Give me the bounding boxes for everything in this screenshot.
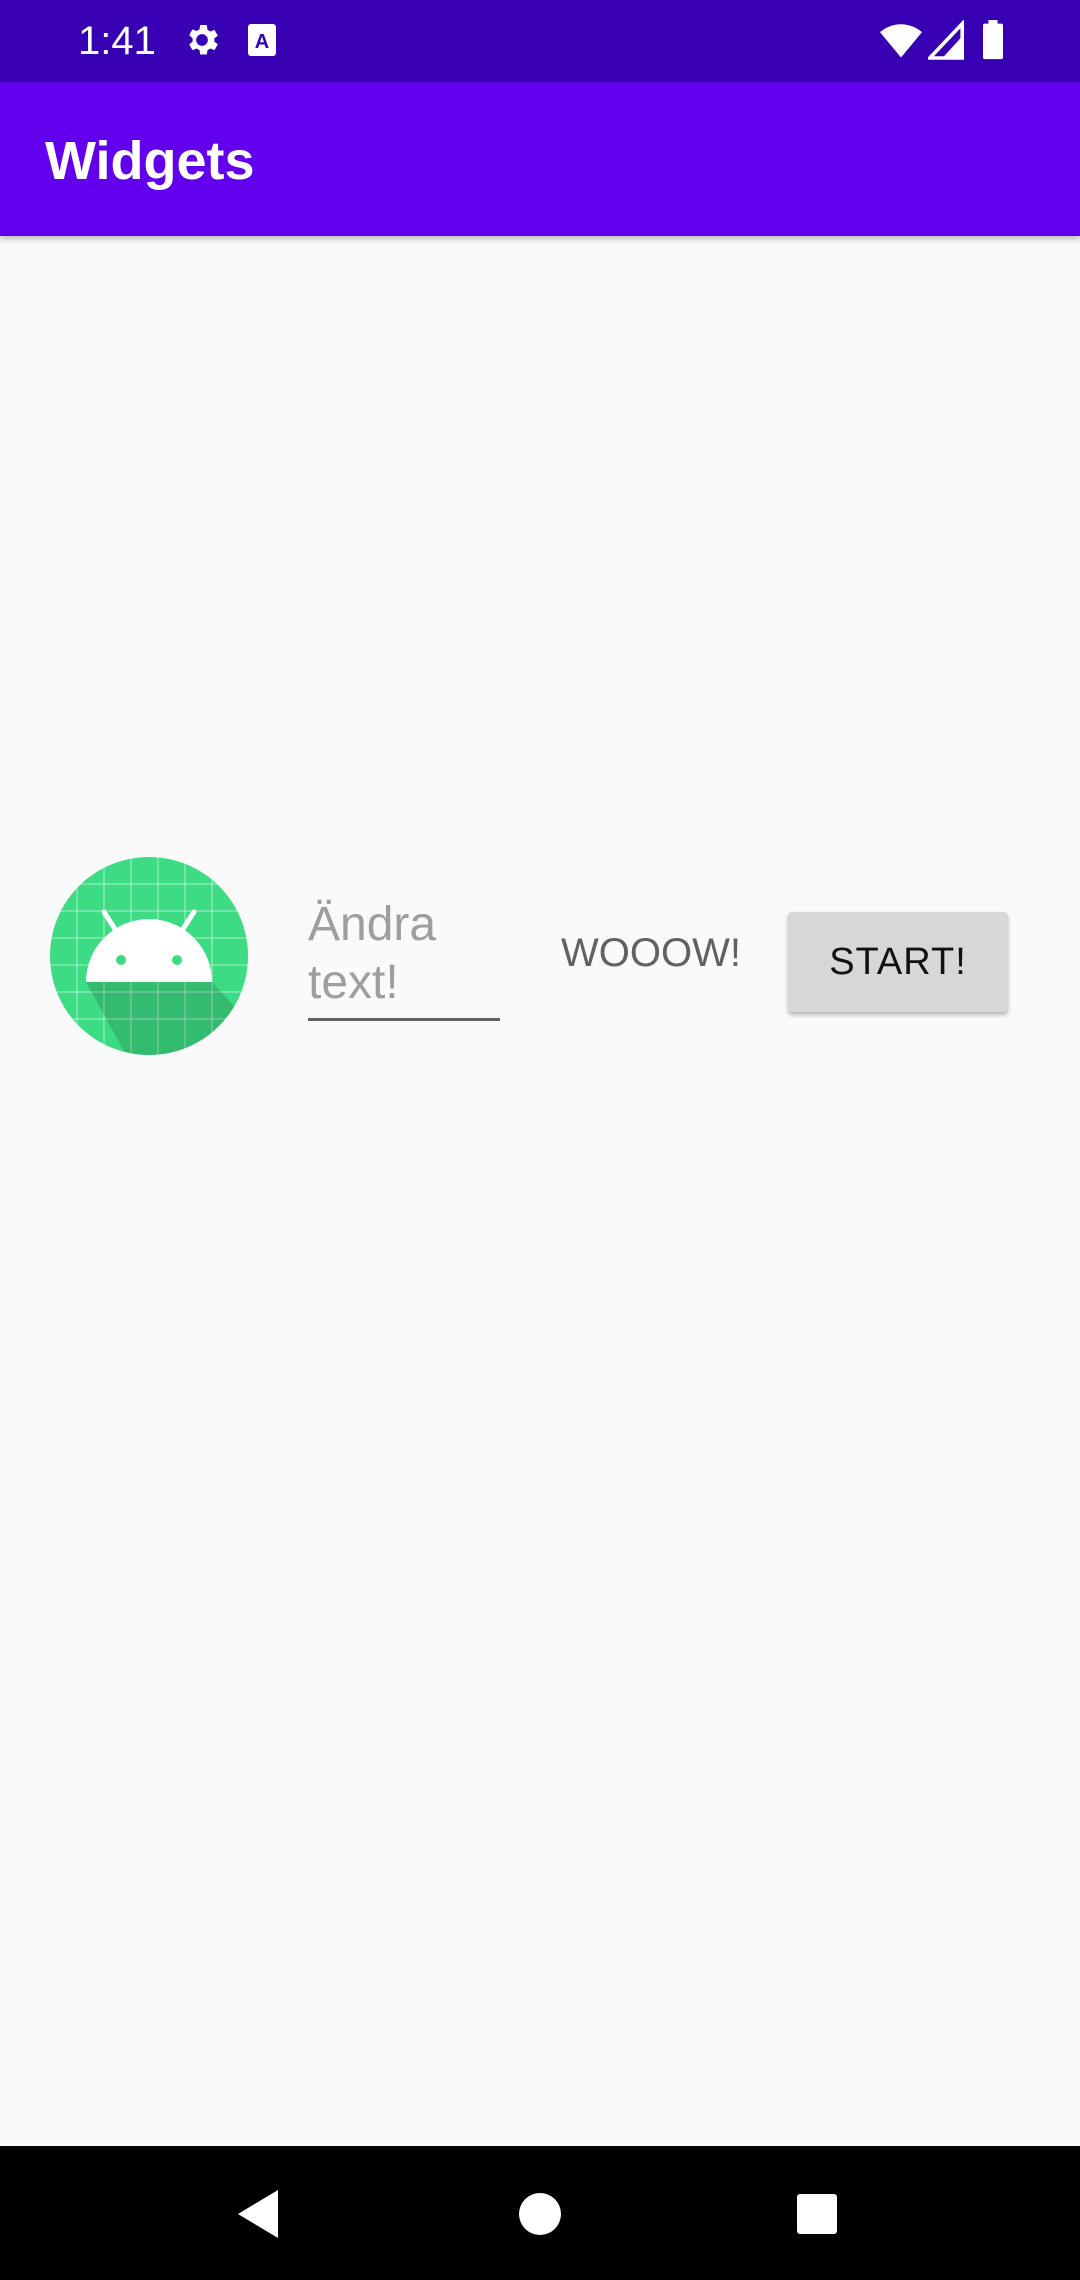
wooow-label: WOOOW! bbox=[561, 931, 741, 975]
start-button[interactable]: START! bbox=[788, 912, 1008, 1012]
status-time: 1:41 bbox=[78, 19, 156, 63]
status-bar: 1:41 A bbox=[0, 0, 1080, 82]
recents-square-icon[interactable] bbox=[785, 2182, 849, 2246]
battery-icon bbox=[982, 20, 1004, 65]
edit-text-field[interactable] bbox=[308, 896, 500, 1021]
back-triangle-icon[interactable] bbox=[228, 2182, 292, 2246]
settings-gear-icon bbox=[182, 20, 222, 65]
home-circle-icon[interactable] bbox=[508, 2182, 572, 2246]
page-title: Widgets bbox=[45, 131, 255, 191]
app-bar: Widgets bbox=[0, 82, 1080, 236]
navigation-bar bbox=[0, 2146, 1080, 2280]
wifi-icon bbox=[880, 20, 922, 65]
svg-text:A: A bbox=[255, 31, 269, 53]
cell-signal-icon bbox=[925, 19, 964, 65]
main-content bbox=[0, 236, 1080, 2146]
android-logo-icon bbox=[50, 857, 248, 1055]
keyboard-a-icon: A bbox=[246, 20, 278, 65]
